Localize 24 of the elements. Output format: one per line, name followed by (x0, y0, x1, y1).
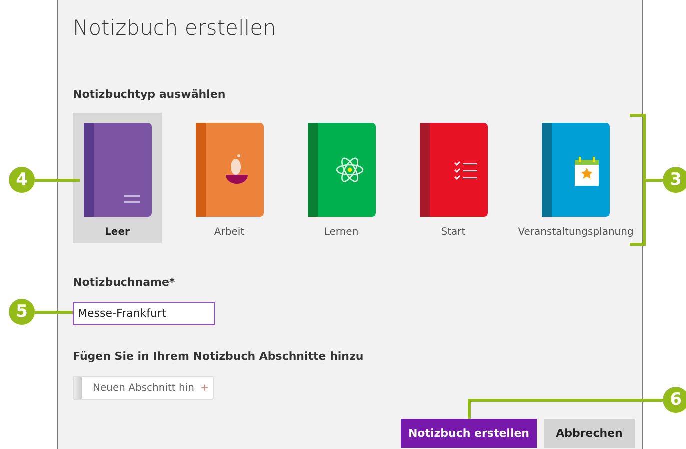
callout-badge: 4 (9, 167, 35, 193)
callout-badge: 6 (663, 387, 686, 413)
notebook-icon (542, 123, 610, 217)
callout-badge: 3 (663, 167, 686, 193)
notebook-type-tile[interactable]: Start (409, 113, 498, 243)
leader-line (35, 179, 80, 182)
notebook-icon (308, 123, 376, 217)
dialog-title: Notizbuch erstellen (73, 16, 278, 40)
notebook-icon (84, 123, 152, 217)
notebook-type-tile[interactable]: Veranstaltungsplanung (520, 113, 632, 243)
cancel-button[interactable]: Abbrechen (544, 419, 635, 448)
notebook-name-field[interactable]: Messe-Frankfurt (73, 302, 215, 325)
leader-line (35, 311, 73, 314)
field-label: Notizbuchname* (73, 276, 176, 289)
notebook-type-tile[interactable]: Lernen (297, 113, 386, 243)
add-section-button[interactable]: Neuen Abschnitt hin + (73, 376, 214, 400)
callout-badge: 5 (9, 299, 35, 325)
notebook-type-tile[interactable]: Arbeit (185, 113, 274, 243)
notebook-type-tile[interactable]: Leer (73, 113, 162, 243)
section-heading: Fügen Sie in Ihrem Notizbuch Abschnitte hinzu (73, 350, 365, 363)
notebook-icon (420, 123, 488, 217)
notebook-icon (196, 123, 264, 217)
section-heading: Notizbuchtyp auswählen (73, 88, 227, 101)
create-button[interactable]: Notizbuch erstellen (401, 419, 537, 448)
